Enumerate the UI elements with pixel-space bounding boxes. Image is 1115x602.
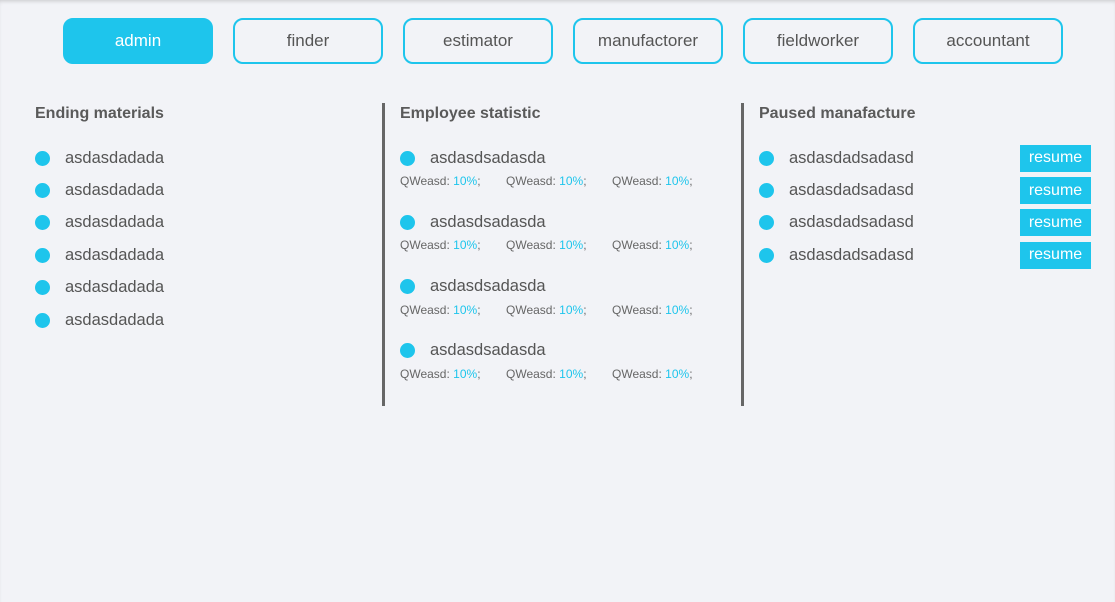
bullet-dot-icon — [400, 150, 415, 166]
manufacture-name: asdasdadsadasd — [789, 245, 914, 264]
employee-name: asdasdsadasda — [430, 212, 546, 231]
employee-name: asdasdsadasda — [430, 277, 546, 296]
bullet-dot-icon — [35, 150, 50, 166]
stat-item: QWeasd: 10%; — [612, 238, 693, 253]
list-item: asdasdadsadasd resume — [759, 207, 1096, 239]
employee-name: asdasdsadasda — [430, 148, 546, 167]
list-item: asdasdadsadasd resume — [759, 174, 1096, 206]
paused-list: asdasdadsadasd resume asdasdadsadasd res… — [759, 142, 1096, 272]
bullet-dot-icon — [35, 215, 50, 231]
employee-entry: asdasdsadasda QWeasd: 10%; QWeasd: 10%; … — [400, 142, 737, 206]
stat-item: QWeasd: 10%; — [400, 302, 481, 317]
employee-row: asdasdsadasda — [400, 142, 737, 174]
list-item: asdasdadada — [35, 304, 375, 336]
employee-statistic-title: Employee statistic — [400, 105, 541, 122]
employee-list: asdasdsadasda QWeasd: 10%; QWeasd: 10%; … — [400, 142, 737, 399]
manufacture-name: asdasdadsadasd — [789, 181, 914, 200]
ending-materials-title: Ending materials — [35, 105, 164, 122]
stat-item: QWeasd: 10%; — [506, 238, 587, 253]
ending-materials-list: asdasdadada asdasdadada asdasdadada asda… — [35, 142, 375, 336]
manufacture-name: asdasdadsadasd — [789, 213, 914, 232]
material-name: asdasdadada — [65, 213, 165, 232]
tab-fieldworker[interactable]: fieldworker — [743, 18, 893, 64]
bullet-dot-icon — [400, 279, 415, 295]
list-item: asdasdadada — [35, 239, 375, 271]
material-name: asdasdadada — [65, 148, 165, 167]
tab-finder[interactable]: finder — [233, 18, 383, 64]
employee-row: asdasdsadasda — [400, 271, 737, 303]
employee-stats: QWeasd: 10%; QWeasd: 10%; QWeasd: 10%; — [400, 303, 737, 317]
material-name: asdasdadada — [65, 181, 165, 200]
stat-item: QWeasd: 10%; — [400, 238, 481, 253]
bullet-dot-icon — [35, 247, 50, 263]
tab-estimator[interactable]: estimator — [403, 18, 553, 64]
employee-stats: QWeasd: 10%; QWeasd: 10%; QWeasd: 10%; — [400, 174, 737, 188]
resume-button[interactable]: resume — [1020, 177, 1091, 205]
resume-button[interactable]: resume — [1020, 209, 1091, 237]
stat-item: QWeasd: 10%; — [400, 366, 481, 381]
list-item: asdasdadada — [35, 272, 375, 304]
stat-item: QWeasd: 10%; — [612, 302, 693, 317]
material-name: asdasdadada — [65, 245, 165, 264]
tab-admin[interactable]: admin — [63, 18, 213, 64]
paused-manufacture-panel: Paused manafacture asdasdadsadasd resume… — [741, 103, 1096, 406]
manufacture-name: asdasdadsadasd — [789, 148, 914, 167]
bullet-dot-icon — [759, 150, 774, 166]
bullet-dot-icon — [35, 280, 50, 296]
role-tabs: admin finder estimator manufactorer fiel… — [63, 18, 1063, 64]
paused-manufacture-title: Paused manafacture — [759, 105, 916, 122]
resume-button[interactable]: resume — [1020, 241, 1091, 269]
employee-stats: QWeasd: 10%; QWeasd: 10%; QWeasd: 10%; — [400, 238, 737, 252]
bullet-dot-icon — [35, 312, 50, 328]
employee-stats: QWeasd: 10%; QWeasd: 10%; QWeasd: 10%; — [400, 367, 737, 381]
bullet-dot-icon — [400, 343, 415, 359]
list-item: asdasdadsadasd resume — [759, 142, 1096, 174]
tab-manufactorer[interactable]: manufactorer — [573, 18, 723, 64]
stat-item: QWeasd: 10%; — [400, 174, 481, 188]
stat-item: QWeasd: 10%; — [612, 366, 693, 381]
bullet-dot-icon — [400, 214, 415, 230]
list-item: asdasdadsadasd resume — [759, 239, 1096, 271]
employee-entry: asdasdsadasda QWeasd: 10%; QWeasd: 10%; … — [400, 271, 737, 335]
material-name: asdasdadada — [65, 278, 165, 297]
ending-materials-panel: Ending materials asdasdadada asdasdadada… — [35, 103, 375, 406]
list-item: asdasdadada — [35, 207, 375, 239]
tab-accountant[interactable]: accountant — [913, 18, 1063, 64]
bullet-dot-icon — [759, 183, 774, 199]
bullet-dot-icon — [759, 215, 774, 231]
resume-button[interactable]: resume — [1020, 144, 1091, 172]
employee-entry: asdasdsadasda QWeasd: 10%; QWeasd: 10%; … — [400, 206, 737, 270]
bullet-dot-icon — [759, 247, 774, 263]
bullet-dot-icon — [35, 183, 50, 199]
stat-item: QWeasd: 10%; — [506, 174, 587, 188]
list-item: asdasdadada — [35, 142, 375, 174]
employee-entry: asdasdsadasda QWeasd: 10%; QWeasd: 10%; … — [400, 335, 737, 399]
employee-name: asdasdsadasda — [430, 341, 546, 360]
material-name: asdasdadada — [65, 310, 165, 329]
list-item: asdasdadada — [35, 174, 375, 206]
stat-item: QWeasd: 10%; — [506, 302, 587, 317]
employee-statistic-panel: Employee statistic asdasdsadasda QWeasd:… — [382, 103, 737, 406]
stat-item: QWeasd: 10%; — [506, 366, 587, 381]
employee-row: asdasdsadasda — [400, 206, 737, 238]
stat-item: QWeasd: 10%; — [612, 174, 693, 188]
employee-row: asdasdsadasda — [400, 335, 737, 367]
